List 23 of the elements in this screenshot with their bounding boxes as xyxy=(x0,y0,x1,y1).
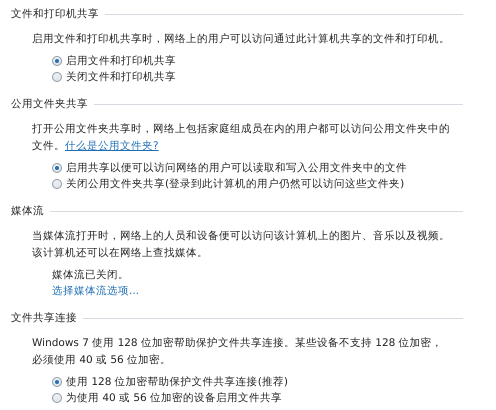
section-title: 公用文件夹共享 xyxy=(11,97,88,111)
radio-label[interactable]: 关闭公用文件夹共享(登录到此计算机的用户仍然可以访问这些文件夹) xyxy=(66,177,404,191)
options-link[interactable]: 选择媒体流选项... xyxy=(52,283,140,299)
radio-button[interactable] xyxy=(52,72,62,82)
section-description: 打开公用文件夹共享时，网络上包括家庭组成员在内的用户都可以访问公用文件夹中的文件。什么是公用文件夹? xyxy=(32,122,451,154)
radio-label[interactable]: 使用 128 位加密帮助保护文件共享连接(推荐) xyxy=(66,375,288,389)
radio-button[interactable] xyxy=(52,56,62,66)
section-description: 当媒体流打开时，网络上的人员和设备便可以访问该计算机上的图片、音乐以及视频。该计算机还可以在网络上查找媒体。 xyxy=(32,229,451,261)
radio-label[interactable]: 关闭文件和打印机共享 xyxy=(66,70,176,84)
radio-label[interactable]: 启用文件和打印机共享 xyxy=(66,54,176,68)
radio-label[interactable]: 启用共享以便可以访问网络的用户可以读取和写入公用文件夹中的文件 xyxy=(66,161,407,175)
radio-button[interactable] xyxy=(52,179,62,189)
section-description: 启用文件和打印机共享时，网络上的用户可以访问通过此计算机共享的文件和打印机。 xyxy=(32,32,451,47)
radio-button[interactable] xyxy=(52,393,62,403)
section-title: 文件和打印机共享 xyxy=(11,7,99,21)
radio-label[interactable]: 为使用 40 或 56 位加密的设备启用文件共享 xyxy=(66,391,282,405)
help-link[interactable]: 什么是公用文件夹? xyxy=(65,140,159,152)
status-text: 媒体流已关闭。 xyxy=(52,268,129,283)
section-title: 文件共享连接 xyxy=(11,311,77,325)
section-title: 媒体流 xyxy=(11,204,44,218)
radio-button[interactable] xyxy=(52,377,62,387)
section-description: Windows 7 使用 128 位加密帮助保护文件共享连接。某些设备不支持 128 位加密，必须使用 40 或 56 位加密。 xyxy=(32,336,444,368)
radio-button[interactable] xyxy=(52,163,62,173)
